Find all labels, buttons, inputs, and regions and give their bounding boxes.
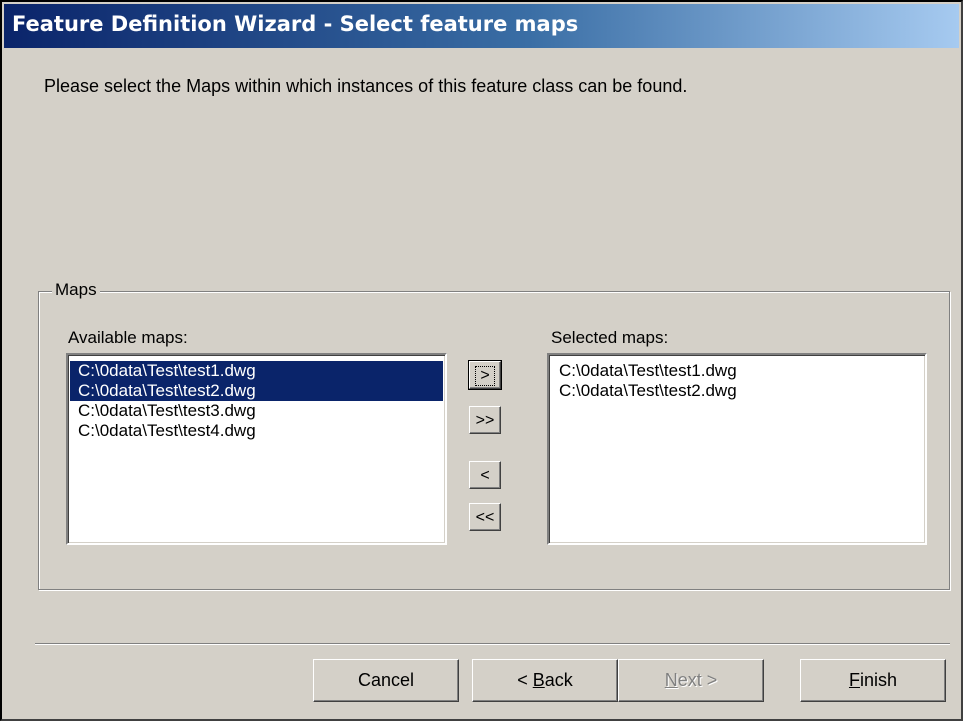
title-bar[interactable]: Feature Definition Wizard - Select featu… (4, 4, 959, 48)
back-button-accel: B (532, 670, 545, 690)
maps-group-legend: Maps (52, 280, 100, 300)
available-maps-list[interactable]: C:\0data\Test\test1.dwg C:\0data\Test\tes… (66, 353, 447, 545)
add-map-button-label: > (475, 366, 495, 386)
available-map-item[interactable]: C:\0data\Test\test1.dwg (70, 361, 443, 381)
window-title: Feature Definition Wizard - Select featu… (12, 12, 579, 36)
footer-separator (35, 643, 950, 645)
finish-button-accel: F (848, 670, 860, 690)
selected-maps-label: Selected maps: (551, 328, 669, 347)
available-map-item[interactable]: C:\0data\Test\test3.dwg (70, 401, 443, 421)
available-map-item[interactable]: C:\0data\Test\test4.dwg (70, 421, 443, 441)
selected-map-item[interactable]: C:\0data\Test\test2.dwg (551, 381, 923, 401)
finish-button-rest: inish (859, 670, 898, 690)
remove-map-button[interactable]: < (469, 461, 501, 489)
instructions-text: Please select the Maps within which inst… (44, 76, 688, 96)
remove-all-maps-button[interactable]: << (469, 503, 501, 531)
next-button-rest: ext > (677, 670, 718, 690)
cancel-button[interactable]: Cancel (313, 659, 459, 702)
add-all-maps-button[interactable]: >> (469, 406, 501, 434)
available-maps-label: Available maps: (68, 328, 188, 347)
back-button[interactable]: < Back (472, 659, 618, 702)
selected-map-item[interactable]: C:\0data\Test\test1.dwg (551, 361, 923, 381)
selected-maps-list[interactable]: C:\0data\Test\test1.dwg C:\0data\Test\tes… (547, 353, 927, 545)
available-map-item[interactable]: C:\0data\Test\test2.dwg (70, 381, 443, 401)
finish-button[interactable]: Finish (800, 659, 946, 702)
wizard-window: Feature Definition Wizard - Select featu… (0, 0, 963, 721)
next-button-accel: N (664, 670, 678, 690)
add-map-button[interactable]: > (468, 360, 502, 390)
back-button-rest: ack (544, 670, 573, 690)
back-button-prefix: < (517, 670, 533, 690)
next-button[interactable]: Next > (618, 659, 764, 702)
